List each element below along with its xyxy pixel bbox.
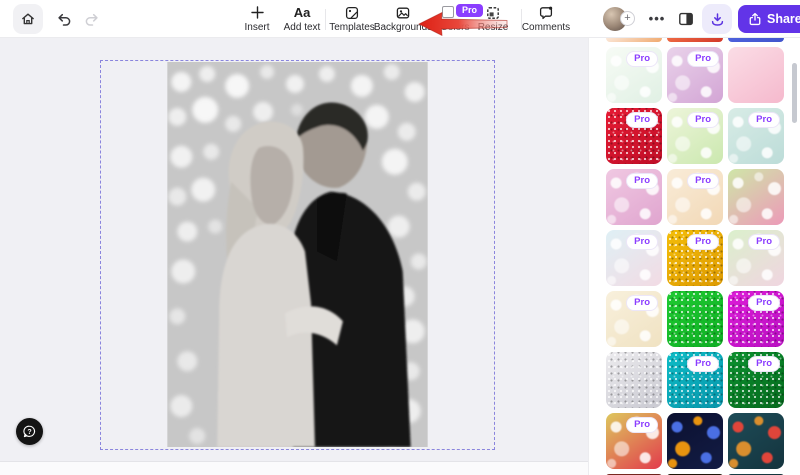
pro-badge: Pro [687,51,719,67]
svg-text:?: ? [27,429,31,436]
top-toolbar: Insert Aa Add text Templates [0,0,800,38]
image-icon [395,4,411,21]
background-thumbnail[interactable]: Pro [667,169,723,225]
redo-button[interactable] [84,11,101,28]
background-thumbnail[interactable] [728,169,784,225]
backgrounds-panel: Pro Pro Pro Pro Pro Pro Pro Pro Pro Pro Pro Pro Pro P… [588,38,800,475]
background-grid: Pro Pro Pro Pro Pro Pro Pro Pro Pro Pro Pro Pro Pro P… [606,38,784,475]
home-button[interactable] [13,4,43,34]
background-thumbnail[interactable]: Pro [667,352,723,408]
redo-icon [84,11,101,28]
add-text-icon: Aa [294,4,311,21]
tool-label: Resize [478,22,509,33]
background-thumbnail[interactable]: Pro [606,169,662,225]
background-thumbnail[interactable]: Pro [728,352,784,408]
comment-icon [538,4,554,21]
pro-badge: Pro [748,295,780,311]
undo-icon [55,11,72,28]
background-thumbnail[interactable] [667,413,723,469]
background-thumbnail[interactable] [667,291,723,347]
add-member-button[interactable]: + [620,11,635,26]
background-thumbnail[interactable]: Pro [606,413,662,469]
pro-badge: Pro [687,356,719,372]
background-thumbnail[interactable] [728,47,784,103]
plus-icon [250,4,265,21]
pro-badge: Pro [626,112,658,128]
background-thumbnail[interactable] [606,352,662,408]
pro-badge: Pro [626,51,658,67]
background-thumbnail[interactable]: Pro [667,47,723,103]
background-thumbnail[interactable]: Pro [606,47,662,103]
background-thumbnail[interactable] [728,413,784,469]
photo-couple-bokeh[interactable] [167,62,428,447]
pro-badge: Pro [626,234,658,250]
home-icon [20,11,36,27]
background-thumbnail[interactable]: Pro [606,108,662,164]
pro-badge: Pro [748,356,780,372]
background-thumbnail[interactable]: Pro [728,230,784,286]
scrollbar[interactable] [792,63,797,123]
tool-label: Templates [329,22,375,33]
background-thumbnail[interactable]: Pro [606,291,662,347]
background-thumbnail[interactable] [728,38,784,42]
background-thumbnail[interactable]: Pro [728,291,784,347]
pro-badge: Pro [748,112,780,128]
background-thumbnail[interactable]: Pro [667,108,723,164]
template-icon [344,4,360,21]
undo-button[interactable] [55,11,72,28]
help-chat-icon: ? [22,424,37,439]
pro-badge: Pro [687,173,719,189]
panel-toggle-button[interactable] [677,10,695,28]
tool-comments[interactable]: Comments [514,4,578,33]
panel-icon [677,10,695,28]
background-thumbnail[interactable]: Pro [728,108,784,164]
more-menu-button[interactable]: ••• [646,8,668,30]
download-icon [709,11,726,28]
help-button[interactable]: ? [16,418,43,445]
background-thumbnail[interactable] [606,38,662,42]
color-swatch-icon [442,6,454,18]
download-button[interactable] [702,4,732,34]
pro-badge: Pro [687,234,719,250]
share-label: Share [767,12,800,26]
footer-bar [0,461,588,475]
pro-badge: Pro [687,112,719,128]
app-window: Insert Aa Add text Templates [0,0,800,475]
tool-label: Comments [522,22,570,33]
tool-label: Insert [244,22,269,33]
canvas-area: ? [0,38,588,475]
tool-label: Add text [284,22,321,33]
background-thumbnail[interactable]: Pro [606,230,662,286]
pro-badge: Pro [626,173,658,189]
resize-icon [485,4,501,21]
background-thumbnail[interactable] [667,38,723,42]
pro-badge: Pro [626,295,658,311]
background-thumbnail[interactable]: Pro [667,230,723,286]
pro-badge: Pro [626,417,658,433]
share-icon [748,12,762,26]
share-button[interactable]: Share [738,5,800,33]
pro-badge: Pro [748,234,780,250]
